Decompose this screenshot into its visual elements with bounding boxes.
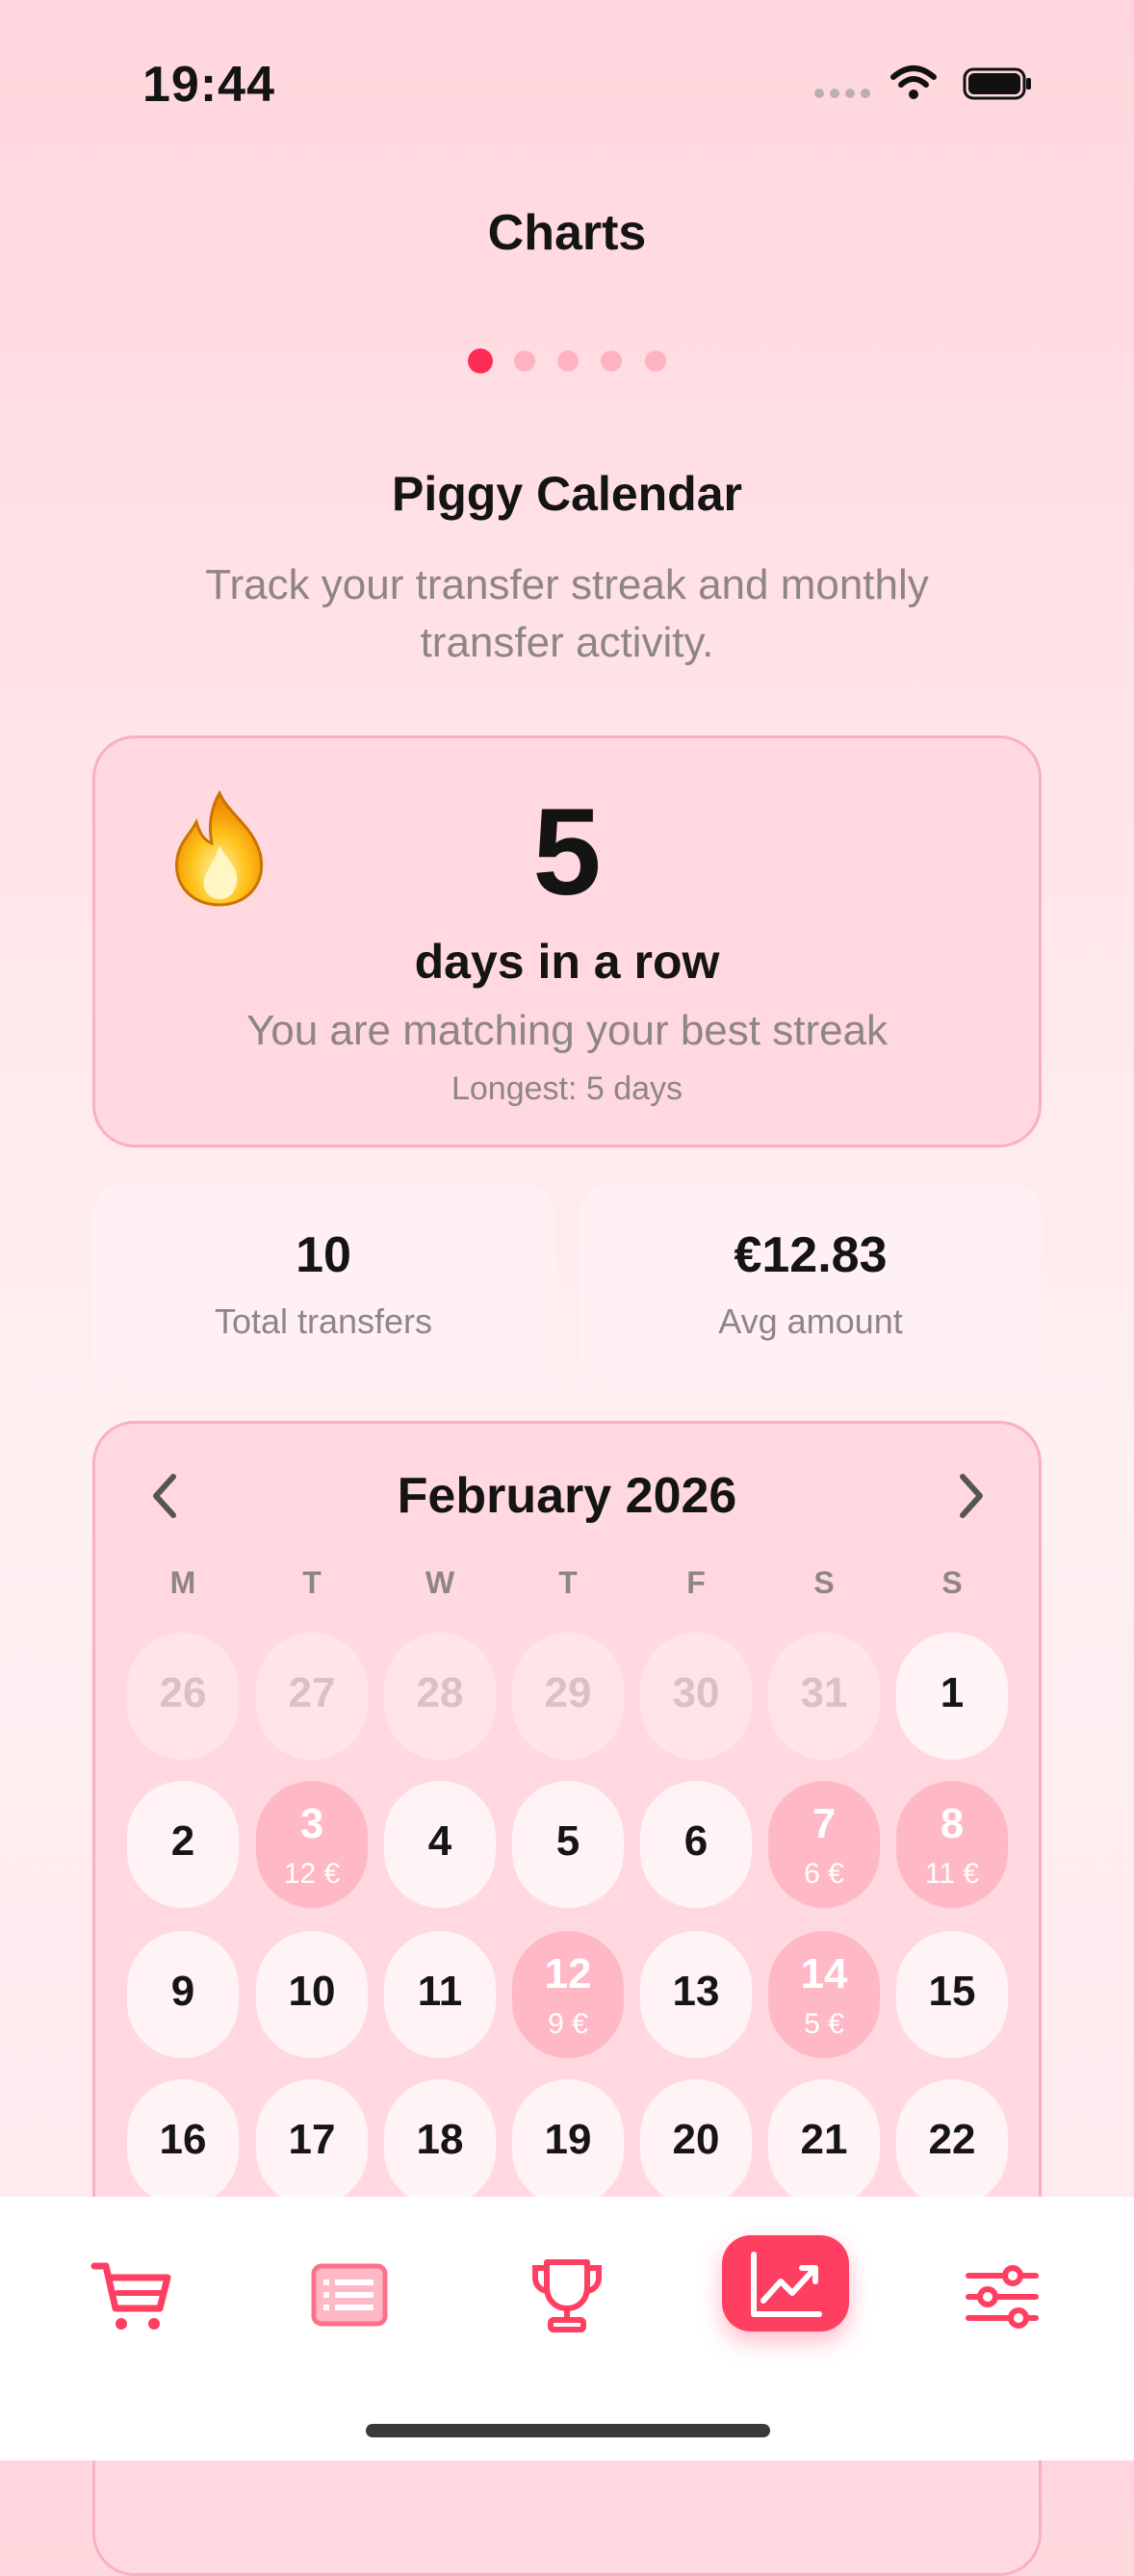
weekday-header: M [169, 1565, 196, 1600]
calendar-day-number: 12 [544, 1950, 592, 1997]
status-time: 19:44 [142, 57, 275, 113]
calendar-day-number: 28 [416, 1669, 464, 1716]
home-indicator [366, 2424, 770, 2437]
calendar-day[interactable]: 1 [896, 1633, 1008, 1760]
calendar-day-number: 11 [417, 1968, 463, 2015]
calendar-day-number: 2 [170, 1817, 195, 1865]
calendar-day[interactable]: 19 [512, 2079, 624, 2206]
streak-subtitle: You are matching your best streak [245, 1007, 889, 1054]
calendar-day-number: 20 [672, 2116, 720, 2163]
avg-amount-label: Avg amount [718, 1301, 903, 1341]
calendar-day-number: 26 [159, 1669, 207, 1716]
calendar-day[interactable]: 18 [384, 2079, 496, 2206]
calendar-day[interactable]: 12 9 € [512, 1931, 624, 2058]
next-month-button[interactable] [949, 1469, 992, 1523]
calendar-day-number: 27 [288, 1669, 336, 1716]
calendar-day-number: 13 [672, 1968, 720, 2015]
section-title: Piggy Calendar [392, 467, 742, 521]
page-dot-3[interactable] [557, 350, 579, 372]
page-indicator[interactable] [468, 348, 670, 374]
page-dot-2[interactable] [514, 350, 535, 372]
streak-label: days in a row [414, 935, 720, 989]
calendar-day[interactable]: 9 [127, 1931, 239, 2058]
longest-streak: Longest: 5 days [451, 1070, 683, 1107]
calendar-day[interactable]: 16 [127, 2079, 239, 2206]
weekday-header: F [686, 1565, 706, 1600]
calendar-day[interactable]: 29 [512, 1633, 624, 1760]
weekday-header: S [813, 1565, 835, 1600]
calendar-day-amount: 11 € [924, 1858, 980, 1890]
calendar-day-number: 19 [544, 2116, 592, 2163]
calendar-day[interactable]: 15 [896, 1931, 1008, 2058]
calendar-day[interactable]: 6 [640, 1781, 752, 1908]
page-title: Charts [487, 205, 647, 261]
calendar-day-number: 3 [299, 1800, 324, 1847]
list-icon[interactable] [306, 2253, 393, 2339]
calendar-day[interactable]: 3 12 € [256, 1781, 368, 1908]
calendar-day-amount: 6 € [804, 1858, 844, 1890]
avg-amount-card: €12.83 Avg amount [580, 1184, 1042, 1384]
calendar-day[interactable]: 28 [384, 1633, 496, 1760]
calendar-day-amount: 9 € [548, 2008, 588, 2040]
calendar-day[interactable]: 2 [127, 1781, 239, 1908]
weekday-header: T [302, 1565, 322, 1600]
calendar-day-number: 21 [800, 2116, 848, 2163]
calendar-day[interactable]: 10 [256, 1931, 368, 2058]
weekday-header: W [425, 1565, 455, 1600]
calendar-day[interactable]: 8 11 € [896, 1781, 1008, 1908]
calendar-day-number: 8 [940, 1800, 965, 1847]
calendar-day-amount: 12 € [283, 1858, 341, 1890]
page-dot-1[interactable] [468, 348, 493, 374]
total-transfers-label: Total transfers [214, 1301, 433, 1341]
calendar-day-number: 4 [427, 1817, 452, 1865]
calendar-day[interactable]: 27 [256, 1633, 368, 1760]
cart-icon[interactable] [89, 2253, 175, 2339]
chart-icon[interactable] [742, 2241, 829, 2328]
calendar-day-number: 17 [288, 2116, 336, 2163]
page-dot-5[interactable] [645, 350, 666, 372]
wifi-icon [890, 65, 937, 99]
cellular-signal-icon [814, 89, 872, 98]
calendar-day-amount: 5 € [804, 2008, 844, 2040]
weekday-header: T [558, 1565, 578, 1600]
calendar-day[interactable]: 76 € [768, 1781, 880, 1908]
calendar-day[interactable]: 30 [640, 1633, 752, 1760]
calendar-day-number: 9 [170, 1968, 195, 2015]
calendar-day[interactable]: 21 [768, 2079, 880, 2206]
calendar-day-number: 22 [928, 2116, 976, 2163]
calendar-day-number: 1 [940, 1669, 965, 1716]
calendar-day-number: 7 [812, 1800, 837, 1847]
calendar-day[interactable]: 26 [127, 1633, 239, 1760]
weekday-header: S [941, 1565, 963, 1600]
total-transfers-card: 10 Total transfers [92, 1184, 554, 1384]
total-transfers-value: 10 [296, 1227, 351, 1283]
section-description: Track your transfer streak and monthly t… [205, 561, 929, 666]
battery-icon [963, 67, 1031, 100]
calendar-day[interactable]: 4 [384, 1781, 496, 1908]
sliders-icon[interactable] [959, 2253, 1045, 2339]
calendar-day-number: 14 [800, 1950, 848, 1997]
trophy-icon[interactable] [524, 2253, 610, 2339]
calendar-day-number: 29 [544, 1669, 592, 1716]
calendar-day[interactable]: 17 [256, 2079, 368, 2206]
calendar-day-number: 15 [928, 1968, 976, 2015]
calendar-day-number: 30 [672, 1669, 720, 1716]
calendar-day[interactable]: 14 5 € [768, 1931, 880, 2058]
calendar-day[interactable]: 13 [640, 1931, 752, 2058]
calendar-day[interactable]: 11 [384, 1931, 496, 2058]
page-dot-4[interactable] [601, 350, 622, 372]
calendar-day[interactable]: 5 [512, 1781, 624, 1908]
calendar-day-number: 6 [683, 1817, 709, 1865]
calendar-day-number: 10 [288, 1968, 336, 2015]
calendar-day-number: 18 [416, 2116, 464, 2163]
calendar-day-number: 16 [159, 2116, 207, 2163]
avg-amount-value: €12.83 [734, 1227, 888, 1283]
calendar-day[interactable]: 22 [896, 2079, 1008, 2206]
calendar-day-number: 5 [555, 1817, 580, 1865]
calendar-day[interactable]: 31 [768, 1633, 880, 1760]
streak-count: 5 [532, 784, 602, 921]
calendar-day[interactable]: 20 [640, 2079, 752, 2206]
calendar-day-number: 31 [800, 1669, 848, 1716]
